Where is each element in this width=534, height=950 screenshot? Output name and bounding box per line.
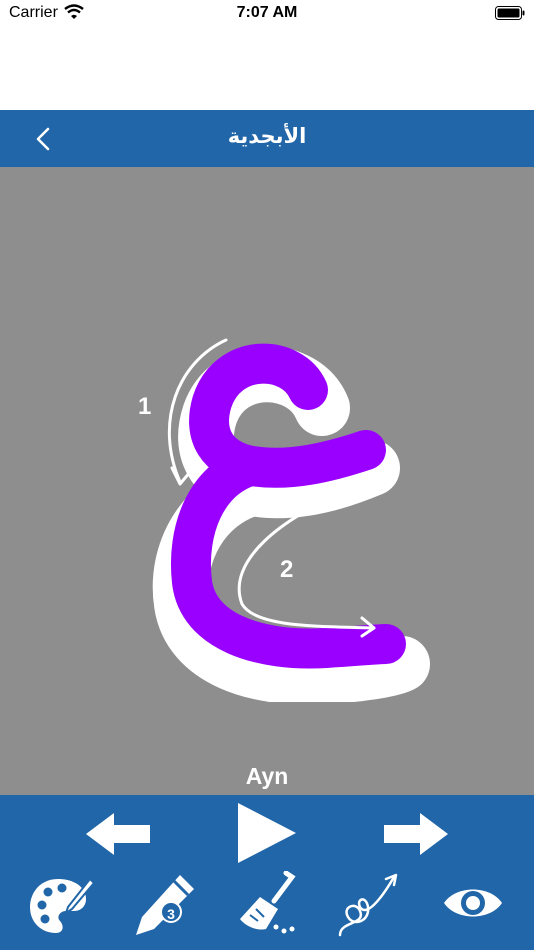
clock: 7:07 AM xyxy=(236,4,298,21)
play-button[interactable] xyxy=(236,801,298,865)
navigation-bar: الأبجدية xyxy=(0,110,534,167)
arrow-left-icon xyxy=(86,813,150,855)
status-bar: Carrier 7:07 AM xyxy=(0,0,534,26)
letter-trace-drawing: 1 2 xyxy=(138,338,430,702)
pencil-size-badge: 3 xyxy=(160,901,182,923)
color-palette-button[interactable] xyxy=(28,875,96,935)
play-icon xyxy=(238,803,296,863)
palette-icon xyxy=(30,877,96,933)
banner-area xyxy=(0,26,534,110)
arrow-right-icon xyxy=(384,813,448,855)
stroke-label-1: 1 xyxy=(138,393,151,420)
letter-name: Ayn xyxy=(245,763,289,789)
trace-path-button[interactable] xyxy=(336,871,402,939)
clear-button[interactable] xyxy=(236,871,300,937)
view-button[interactable] xyxy=(442,881,504,925)
page-title: الأبجدية xyxy=(227,125,307,148)
next-letter-button[interactable] xyxy=(382,811,450,857)
previous-letter-button[interactable] xyxy=(84,811,152,857)
eye-icon xyxy=(444,889,502,917)
broom-icon xyxy=(240,871,296,934)
pencil-size-button[interactable]: 3 xyxy=(130,871,200,937)
drawing-canvas[interactable]: 1 2 Ayn xyxy=(0,167,534,795)
battery-icon xyxy=(495,6,525,25)
stroke-label-2: 2 xyxy=(280,556,293,583)
trace-path-icon xyxy=(338,873,398,937)
bottom-toolbar: 3 xyxy=(0,795,534,950)
